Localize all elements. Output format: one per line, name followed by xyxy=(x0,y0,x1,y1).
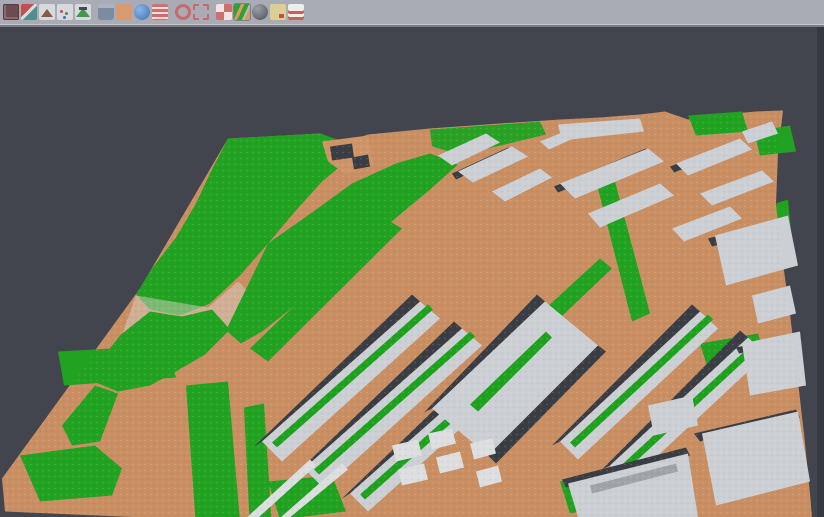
toolbar-icons xyxy=(0,0,824,24)
point-cloud-scene xyxy=(0,27,824,517)
classification-view-icon[interactable] xyxy=(234,4,250,20)
rect-select-icon[interactable] xyxy=(193,4,209,20)
export-icon[interactable] xyxy=(288,4,304,20)
report-icon[interactable] xyxy=(270,4,286,20)
mesh-icon[interactable] xyxy=(39,4,55,20)
circle-select-icon[interactable] xyxy=(175,4,191,20)
application-window xyxy=(0,0,824,517)
terrain-model-icon[interactable] xyxy=(75,4,91,20)
markers-icon[interactable] xyxy=(57,4,73,20)
import-data-icon[interactable] xyxy=(3,4,19,20)
texture-icon[interactable] xyxy=(116,4,132,20)
grid-icon[interactable] xyxy=(216,4,232,20)
globe-icon[interactable] xyxy=(134,4,150,20)
align-photos-icon[interactable] xyxy=(21,4,37,20)
sphere-icon[interactable] xyxy=(252,4,268,20)
pointcloud-texture xyxy=(2,111,813,517)
toolbar xyxy=(0,0,824,25)
right-gutter xyxy=(817,27,824,517)
attribute-table-icon[interactable] xyxy=(152,4,168,20)
model-column-icon[interactable] xyxy=(98,4,114,20)
viewport-3d[interactable] xyxy=(0,27,824,517)
